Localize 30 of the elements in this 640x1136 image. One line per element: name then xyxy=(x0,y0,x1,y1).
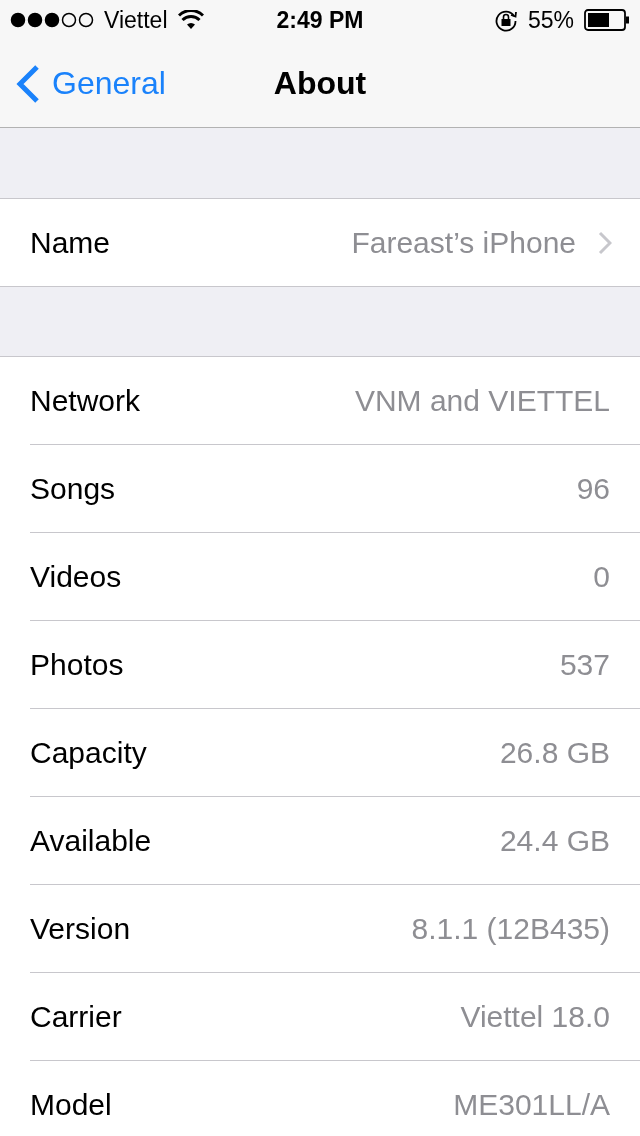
chevron-right-icon xyxy=(598,230,612,255)
row-value: 0 xyxy=(593,559,610,594)
row-label: Available xyxy=(30,823,152,858)
row-value: 96 xyxy=(576,471,610,506)
row-value: ME301LL/A xyxy=(453,1087,610,1122)
row-value: Viettel 18.0 xyxy=(460,999,610,1034)
wifi-icon xyxy=(177,10,204,30)
row-label: Capacity xyxy=(30,735,147,770)
rotation-lock-icon xyxy=(493,8,518,32)
row-value: Fareast’s iPhone xyxy=(351,225,576,260)
battery-percentage: 55% xyxy=(527,6,574,34)
clock-time: 2:49 PM xyxy=(276,6,364,34)
row-label: Model xyxy=(30,1087,112,1122)
carrier-name: Viettel xyxy=(104,6,168,34)
row-label: Videos xyxy=(30,559,122,594)
row-label: Network xyxy=(30,383,141,418)
row-label: Carrier xyxy=(30,999,122,1034)
row-value: 537 xyxy=(559,647,610,682)
row-value: 26.8 GB xyxy=(499,735,610,770)
row-label: Name xyxy=(30,225,111,260)
row-value: 24.4 GB xyxy=(499,823,610,858)
page-title: About xyxy=(273,65,367,102)
row-label: Songs xyxy=(30,471,116,506)
battery-icon xyxy=(584,9,630,31)
chevron-left-icon xyxy=(16,63,40,104)
row-label: Version xyxy=(30,911,131,946)
row-label: Photos xyxy=(30,647,124,682)
row-value: VNM and VIETTEL xyxy=(354,383,610,418)
signal-strength-icon xyxy=(10,12,94,28)
row-value: 8.1.1 (12B435) xyxy=(411,911,610,946)
